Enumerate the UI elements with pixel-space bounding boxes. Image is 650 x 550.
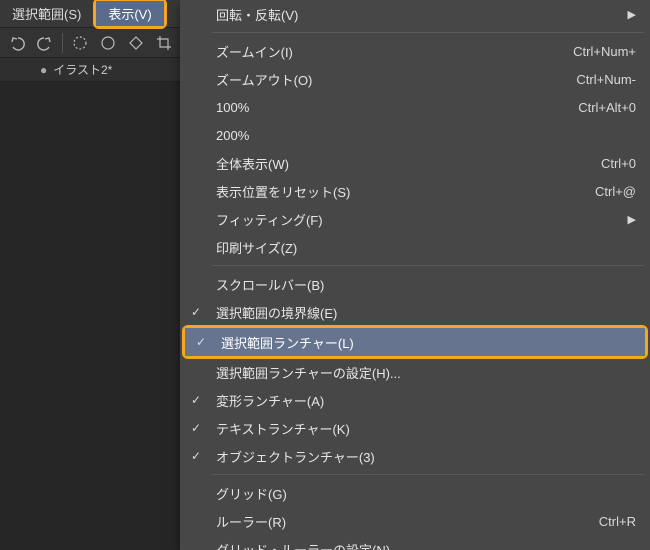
menubar-item-view-highlight: 表示(V)	[93, 0, 166, 29]
menu-item-grid-ruler-settings[interactable]: グリッド・ルーラーの設定(N)...	[180, 535, 650, 550]
submenu-arrow-icon: ▶	[628, 213, 636, 226]
menu-separator	[212, 32, 644, 33]
check-icon: ✓	[180, 305, 212, 319]
menu-item-label: 変形ランチャー(A)	[212, 391, 636, 410]
menu-item-label: 選択範囲ランチャーの設定(H)...	[212, 363, 636, 382]
select-circle-icon[interactable]	[97, 32, 119, 54]
menu-item-selection-launcher[interactable]: ✓ 選択範囲ランチャー(L)	[185, 328, 645, 356]
menu-item-text-launcher[interactable]: ✓ テキストランチャー(K)	[180, 414, 650, 442]
menu-item-selection-launcher-highlight: ✓ 選択範囲ランチャー(L)	[182, 325, 648, 359]
menu-item-ruler[interactable]: ルーラー(R) Ctrl+R	[180, 507, 650, 535]
menu-separator	[212, 474, 644, 475]
menubar-item-label: 選択範囲(S)	[12, 4, 81, 23]
menu-separator	[212, 265, 644, 266]
menu-item-transform-launcher[interactable]: ✓ 変形ランチャー(A)	[180, 386, 650, 414]
menu-item-label: フィッティング(F)	[212, 210, 620, 229]
menubar-item-selection[interactable]: 選択範囲(S)	[0, 0, 93, 27]
menu-item-shortcut: Ctrl+Num-	[576, 72, 636, 87]
shape-diamond-icon[interactable]	[125, 32, 147, 54]
menu-item-label: 表示位置をリセット(S)	[212, 182, 595, 201]
menu-item-fit[interactable]: 全体表示(W) Ctrl+0	[180, 149, 650, 177]
menu-item-reset-position[interactable]: 表示位置をリセット(S) Ctrl+@	[180, 177, 650, 205]
menu-item-label: 100%	[212, 100, 578, 115]
menu-item-rotate-flip[interactable]: 回転・反転(V) ▶	[180, 0, 650, 28]
menu-item-100pct[interactable]: 100% Ctrl+Alt+0	[180, 93, 650, 121]
menu-item-label: ズームイン(I)	[212, 42, 573, 61]
check-icon: ✓	[185, 335, 217, 349]
menu-item-200pct[interactable]: 200%	[180, 121, 650, 149]
document-tab-label[interactable]: イラスト2*	[53, 61, 112, 78]
menubar-item-label: 表示(V)	[108, 4, 151, 23]
select-circle-dashed-icon[interactable]	[69, 32, 91, 54]
menu-item-label: ルーラー(R)	[212, 512, 599, 531]
menu-item-label: グリッド(G)	[212, 484, 636, 503]
menu-item-shortcut: Ctrl+Num+	[573, 44, 636, 59]
redo-icon[interactable]	[34, 32, 56, 54]
view-menu-dropdown: 回転・反転(V) ▶ ズームイン(I) Ctrl+Num+ ズームアウト(O) …	[180, 0, 650, 550]
menu-item-selection-border[interactable]: ✓ 選択範囲の境界線(E)	[180, 298, 650, 326]
menu-item-label: テキストランチャー(K)	[212, 419, 636, 438]
undo-icon[interactable]	[6, 32, 28, 54]
menu-item-zoom-out[interactable]: ズームアウト(O) Ctrl+Num-	[180, 65, 650, 93]
menubar-item-view[interactable]: 表示(V)	[96, 1, 163, 26]
menu-item-scrollbar[interactable]: スクロールバー(B)	[180, 270, 650, 298]
menu-item-fitting[interactable]: フィッティング(F) ▶	[180, 205, 650, 233]
menu-item-print-size[interactable]: 印刷サイズ(Z)	[180, 233, 650, 261]
menu-item-grid[interactable]: グリッド(G)	[180, 479, 650, 507]
tab-modified-dot-icon: ●	[40, 63, 47, 77]
crop-icon[interactable]	[153, 32, 175, 54]
menu-item-label: ズームアウト(O)	[212, 70, 576, 89]
menu-item-label: グリッド・ルーラーの設定(N)...	[212, 540, 636, 550]
menu-item-label: 選択範囲ランチャー(L)	[217, 333, 631, 352]
menu-item-shortcut: Ctrl+0	[601, 156, 636, 171]
check-icon: ✓	[180, 393, 212, 407]
menu-item-label: 回転・反転(V)	[212, 5, 620, 24]
menu-item-label: 200%	[212, 128, 636, 143]
menu-item-zoom-in[interactable]: ズームイン(I) Ctrl+Num+	[180, 37, 650, 65]
check-icon: ✓	[180, 449, 212, 463]
menu-item-label: スクロールバー(B)	[212, 275, 636, 294]
menu-item-shortcut: Ctrl+Alt+0	[578, 100, 636, 115]
menu-item-label: 印刷サイズ(Z)	[212, 238, 636, 257]
menu-item-object-launcher[interactable]: ✓ オブジェクトランチャー(3)	[180, 442, 650, 470]
menu-item-label: 全体表示(W)	[212, 154, 601, 173]
menu-item-label: 選択範囲の境界線(E)	[212, 303, 636, 322]
menu-item-selection-launcher-settings[interactable]: 選択範囲ランチャーの設定(H)...	[180, 358, 650, 386]
check-icon: ✓	[180, 421, 212, 435]
submenu-arrow-icon: ▶	[628, 8, 636, 21]
menu-item-shortcut: Ctrl+R	[599, 514, 636, 529]
menu-item-shortcut: Ctrl+@	[595, 184, 636, 199]
menu-item-label: オブジェクトランチャー(3)	[212, 447, 636, 466]
toolbar-separator	[62, 33, 63, 53]
